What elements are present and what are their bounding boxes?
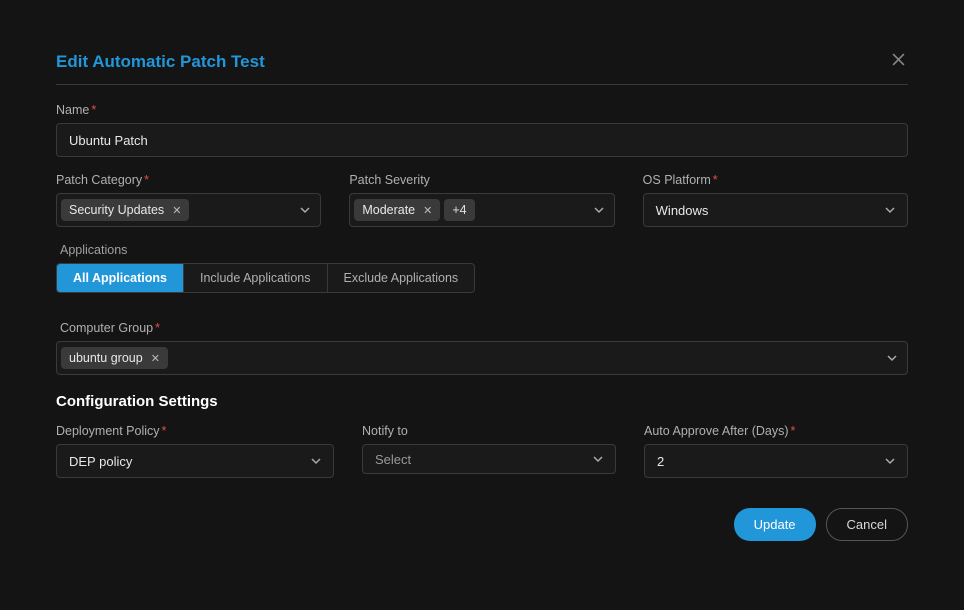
notify-to-value: Select [375, 452, 411, 467]
chevron-down-icon [594, 205, 604, 215]
patch-category-group: Patch Category* Security Updates ✕ [56, 173, 321, 227]
deployment-policy-group: Deployment Policy* DEP policy [56, 424, 334, 478]
close-button[interactable] [888, 53, 908, 71]
tab-exclude-applications[interactable]: Exclude Applications [328, 264, 475, 292]
computer-group-select[interactable]: ubuntu group ✕ [56, 341, 908, 375]
os-platform-label: OS Platform* [643, 173, 908, 187]
deployment-policy-label: Deployment Policy* [56, 424, 334, 438]
notify-to-label: Notify to [362, 424, 616, 438]
applications-tabs: All Applications Include Applications Ex… [56, 263, 475, 293]
chevron-down-icon [885, 205, 895, 215]
remove-tag-icon[interactable]: ✕ [172, 204, 181, 217]
config-section-title: Configuration Settings [56, 393, 908, 410]
os-platform-value: Windows [656, 203, 709, 218]
category-severity-platform-row: Patch Category* Security Updates ✕ Patch… [56, 173, 908, 243]
patch-category-label: Patch Category* [56, 173, 321, 187]
patch-severity-group: Patch Severity Moderate ✕ +4 [349, 173, 614, 227]
computer-group-tag-text: ubuntu group [69, 351, 143, 365]
computer-group-label: Computer Group* [56, 321, 908, 335]
auto-approve-select[interactable]: 2 [644, 444, 908, 478]
patch-category-select[interactable]: Security Updates ✕ [56, 193, 321, 227]
close-icon [892, 53, 905, 66]
chevron-down-icon [887, 353, 897, 363]
patch-severity-tag: Moderate ✕ [354, 199, 440, 221]
auto-approve-group: Auto Approve After (Days)* 2 [644, 424, 908, 478]
auto-approve-label: Auto Approve After (Days)* [644, 424, 908, 438]
deployment-policy-value: DEP policy [69, 454, 132, 469]
notify-to-group: Notify to Select [362, 424, 616, 478]
config-row: Deployment Policy* DEP policy Notify to … [56, 424, 908, 478]
os-platform-select[interactable]: Windows [643, 193, 908, 227]
auto-approve-value: 2 [657, 454, 664, 469]
name-label: Name* [56, 103, 908, 117]
cancel-button[interactable]: Cancel [826, 508, 908, 541]
patch-severity-label: Patch Severity [349, 173, 614, 187]
tab-all-applications[interactable]: All Applications [57, 264, 184, 292]
remove-tag-icon[interactable]: ✕ [423, 204, 432, 217]
edit-patch-modal: Edit Automatic Patch Test Name* Patch Ca… [0, 0, 964, 541]
tab-include-applications[interactable]: Include Applications [184, 264, 328, 292]
os-platform-group: OS Platform* Windows [643, 173, 908, 227]
patch-category-tag: Security Updates ✕ [61, 199, 189, 221]
chevron-down-icon [300, 205, 310, 215]
remove-tag-icon[interactable]: ✕ [151, 352, 160, 365]
applications-label: Applications [56, 243, 908, 257]
patch-severity-tag-text: Moderate [362, 203, 415, 217]
name-field-group: Name* [56, 103, 908, 157]
notify-to-select[interactable]: Select [362, 444, 616, 474]
modal-header: Edit Automatic Patch Test [56, 52, 908, 85]
patch-severity-select[interactable]: Moderate ✕ +4 [349, 193, 614, 227]
chevron-down-icon [311, 456, 321, 466]
computer-group-tag: ubuntu group ✕ [61, 347, 168, 369]
deployment-policy-select[interactable]: DEP policy [56, 444, 334, 478]
modal-title: Edit Automatic Patch Test [56, 52, 265, 72]
chevron-down-icon [885, 456, 895, 466]
update-button[interactable]: Update [734, 508, 816, 541]
patch-category-tag-text: Security Updates [69, 203, 164, 217]
chevron-down-icon [593, 454, 603, 464]
applications-group: Applications All Applications Include Ap… [56, 243, 908, 305]
severity-more-count: +4 [444, 199, 474, 221]
name-input[interactable] [56, 123, 908, 157]
action-bar: Update Cancel [56, 508, 908, 541]
computer-group-group: Computer Group* ubuntu group ✕ [56, 321, 908, 375]
